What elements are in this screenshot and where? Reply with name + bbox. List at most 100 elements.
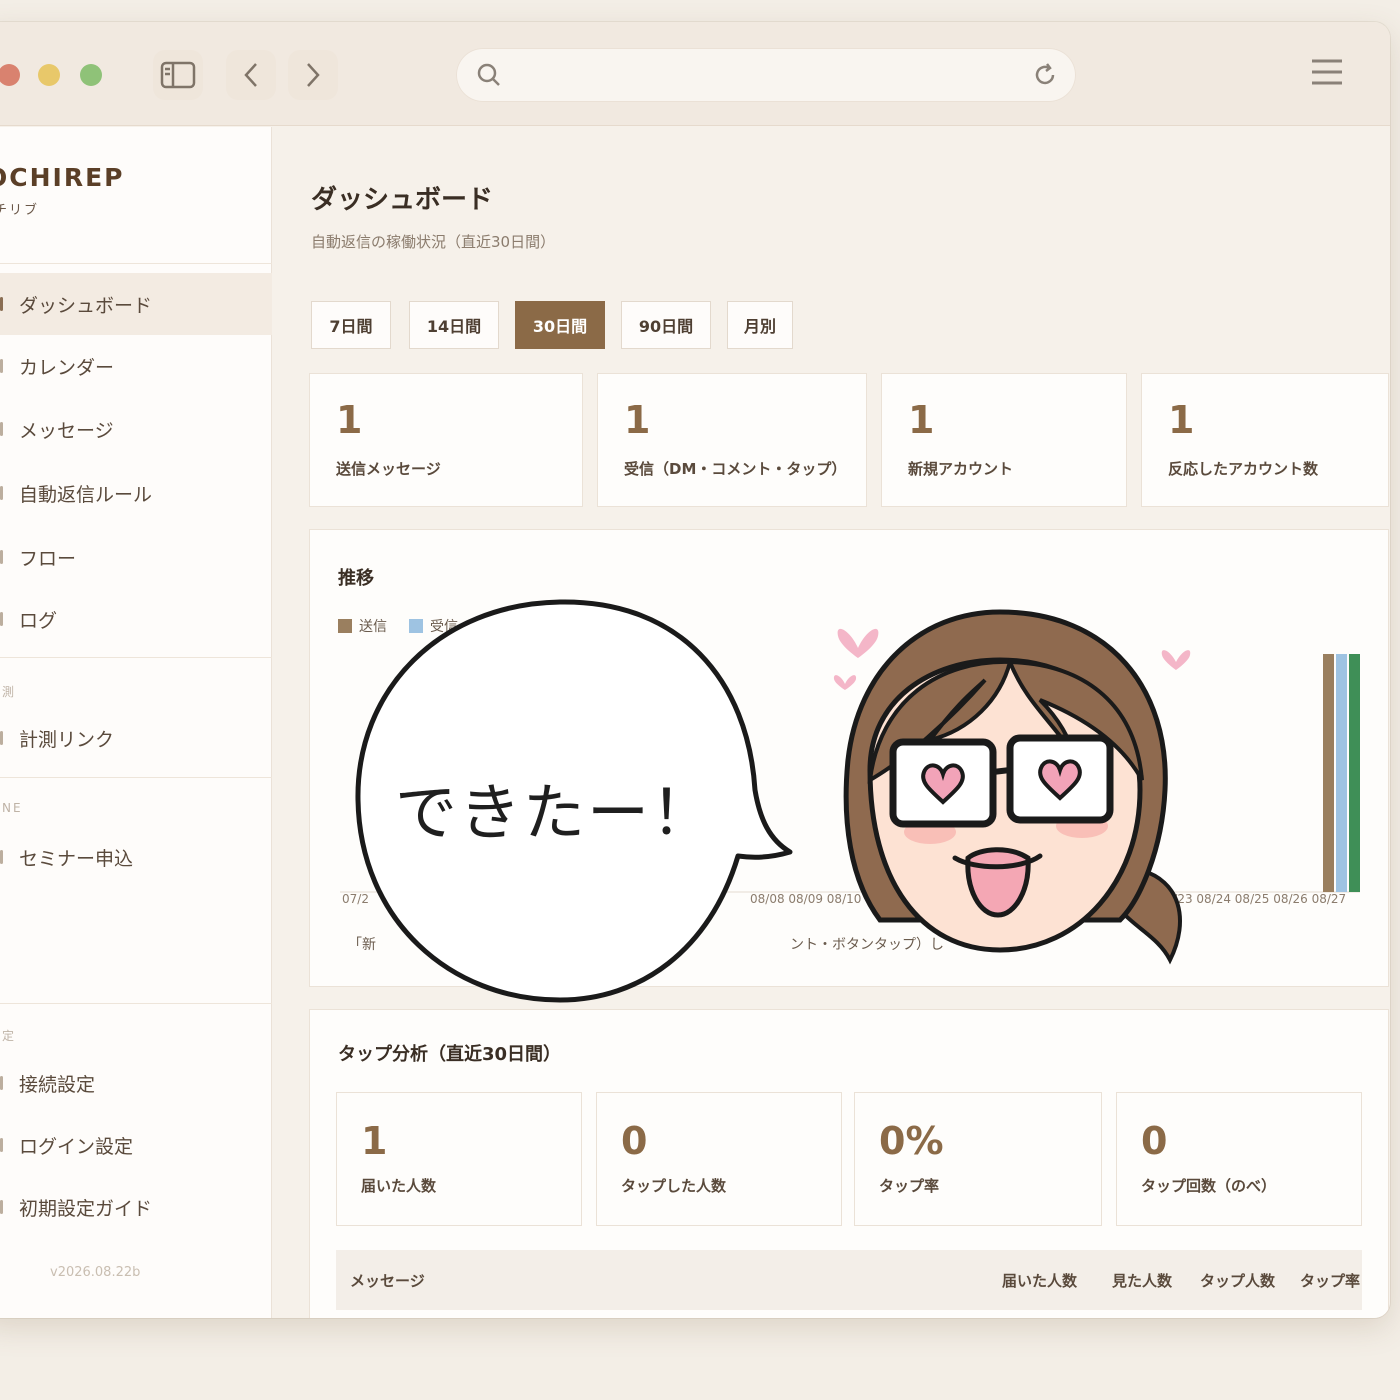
nav-log[interactable]: ログ xyxy=(0,588,272,650)
sidebar-toggle-button[interactable] xyxy=(153,50,203,100)
nav-marker xyxy=(0,1138,3,1152)
trend-chart-card: 推移 送信 受信 新規 07/2 08/08 08/09 08/10 08/23… xyxy=(309,529,1389,987)
sidebar-divider xyxy=(0,263,272,264)
period-tab-14d[interactable]: 14日間 xyxy=(409,301,499,349)
stat-card-new-accounts: 1 新規アカウント xyxy=(881,373,1127,507)
chevron-left-icon xyxy=(244,63,257,87)
stat-value: 1 xyxy=(1168,398,1195,442)
page-title: ダッシュボード xyxy=(311,185,494,215)
minimize-window-button[interactable] xyxy=(38,64,60,86)
nav-calendar[interactable]: カレンダー xyxy=(0,335,272,397)
section-label-settings: 定 xyxy=(2,1029,17,1043)
stat-label: 新規アカウント xyxy=(908,460,1014,478)
tap-stat-delivered: 1 届いた人数 xyxy=(336,1092,582,1226)
stat-label: 送信メッセージ xyxy=(336,460,441,478)
nav-measure-link[interactable]: 計測リンク xyxy=(0,707,272,769)
table-header: メッセージ 届いた人数 見た人数 タップ人数 タップ率 xyxy=(336,1250,1362,1310)
stat-value: 1 xyxy=(624,398,651,442)
hamburger-menu-icon[interactable] xyxy=(1310,58,1344,86)
stat-value: 1 xyxy=(361,1119,388,1163)
nav-label: 計測リンク xyxy=(19,728,115,751)
tap-stat-rate: 0% タップ率 xyxy=(854,1092,1102,1226)
nav-auto-reply-rules[interactable]: 自動返信ルール xyxy=(0,462,272,524)
version-label: v2026.08.22b xyxy=(50,1265,141,1280)
x-tick-label: 08/08 08/09 08/10 xyxy=(750,892,862,906)
period-tab-30d[interactable]: 30日間 xyxy=(515,301,605,349)
chart-bar-new xyxy=(1349,654,1360,892)
nav-marker xyxy=(0,731,3,745)
stat-label: タップした人数 xyxy=(621,1177,727,1195)
section-label-measure: 測 xyxy=(2,685,17,699)
forward-button[interactable] xyxy=(288,50,338,100)
tap-analysis-card: タップ分析（直近30日間） 1 届いた人数 0 タップした人数 0% タップ率 … xyxy=(309,1009,1389,1318)
period-tab-monthly[interactable]: 月別 xyxy=(727,301,793,349)
nav-marker xyxy=(0,612,3,626)
nav-marker xyxy=(0,359,3,373)
tap-stat-tapped: 0 タップした人数 xyxy=(596,1092,842,1226)
sidebar-icon xyxy=(160,61,196,89)
x-tick-label: 08/23 08/24 08/25 08/26 08/27 xyxy=(1158,892,1347,906)
nav-connection-settings[interactable]: 接続設定 xyxy=(0,1052,272,1114)
main-content: ダッシュボード 自動返信の稼働状況（直近30日間） 7日間 14日間 30日間 … xyxy=(273,127,1390,1318)
nav-dashboard[interactable]: ダッシュボード xyxy=(0,273,272,335)
nav-label: 接続設定 xyxy=(19,1073,96,1096)
col-viewed: 見た人数 xyxy=(1112,1272,1173,1290)
zoom-window-button[interactable] xyxy=(80,64,102,86)
nav-label: 初期設定ガイド xyxy=(19,1197,153,1220)
nav-marker xyxy=(0,297,3,311)
stat-label: 反応したアカウント数 xyxy=(1168,460,1319,478)
speech-bubble-text: できたー！ xyxy=(395,776,716,849)
chart-note: 「新 xyxy=(348,937,376,953)
sidebar-divider xyxy=(0,1003,272,1004)
trend-chart xyxy=(340,654,1360,893)
chart-bar-sent xyxy=(1323,654,1334,892)
search-icon xyxy=(477,63,500,86)
nav-label: ログイン設定 xyxy=(19,1135,134,1158)
back-button[interactable] xyxy=(226,50,276,100)
sidebar: OCHIREP チリブ ダッシュボード カレンダー メッセージ 自動返信ルール … xyxy=(0,127,272,1318)
sidebar-divider xyxy=(0,657,272,658)
stat-card-received: 1 受信（DM・コメント・タップ） xyxy=(597,373,867,507)
col-delivered: 届いた人数 xyxy=(1002,1272,1078,1290)
stat-value: 0 xyxy=(621,1119,648,1163)
chevron-right-icon xyxy=(307,63,320,87)
stat-value: 1 xyxy=(908,398,935,442)
stat-label: タップ率 xyxy=(879,1177,940,1195)
close-window-button[interactable] xyxy=(0,64,20,86)
sidebar-divider xyxy=(0,777,272,778)
nav-label: フロー xyxy=(19,547,77,570)
nav-login-settings[interactable]: ログイン設定 xyxy=(0,1114,272,1176)
nav-label: メッセージ xyxy=(19,419,114,442)
address-bar[interactable] xyxy=(456,48,1076,102)
tap-analysis-title: タップ分析（直近30日間） xyxy=(338,1044,562,1065)
section-label-line: NE xyxy=(2,801,23,815)
tap-stat-count: 0 タップ回数（のべ） xyxy=(1116,1092,1362,1226)
brand-subtitle: チリブ xyxy=(0,203,40,218)
col-message: メッセージ xyxy=(350,1272,425,1290)
nav-marker xyxy=(0,1200,3,1214)
stat-card-reacted-accounts: 1 反応したアカウント数 xyxy=(1141,373,1389,507)
nav-setup-guide[interactable]: 初期設定ガイド xyxy=(0,1176,272,1238)
nav-label: 自動返信ルール xyxy=(19,483,153,506)
nav-marker xyxy=(0,486,3,500)
nav-marker xyxy=(0,550,3,564)
col-tapped: タップ人数 xyxy=(1200,1272,1276,1290)
nav-label: ログ xyxy=(19,609,58,632)
nav-label: カレンダー xyxy=(19,356,115,379)
nav-flow[interactable]: フロー xyxy=(0,526,272,588)
stat-label: 届いた人数 xyxy=(361,1177,437,1195)
nav-seminar-signup[interactable]: セミナー申込 xyxy=(0,826,272,888)
reload-icon[interactable] xyxy=(1032,62,1058,88)
chart-bar-received xyxy=(1336,654,1347,892)
nav-marker xyxy=(0,1076,3,1090)
nav-label: セミナー申込 xyxy=(19,847,134,870)
nav-messages[interactable]: メッセージ xyxy=(0,398,272,460)
period-tab-7d[interactable]: 7日間 xyxy=(311,301,391,349)
page-subtitle: 自動返信の稼働状況（直近30日間） xyxy=(311,233,556,251)
stat-value: 0 xyxy=(1141,1119,1168,1163)
stat-value: 1 xyxy=(336,398,363,442)
nav-marker xyxy=(0,422,3,436)
stat-label: タップ回数（のべ） xyxy=(1141,1177,1277,1195)
brand-logo: OCHIREP xyxy=(0,163,125,192)
period-tab-90d[interactable]: 90日間 xyxy=(621,301,711,349)
